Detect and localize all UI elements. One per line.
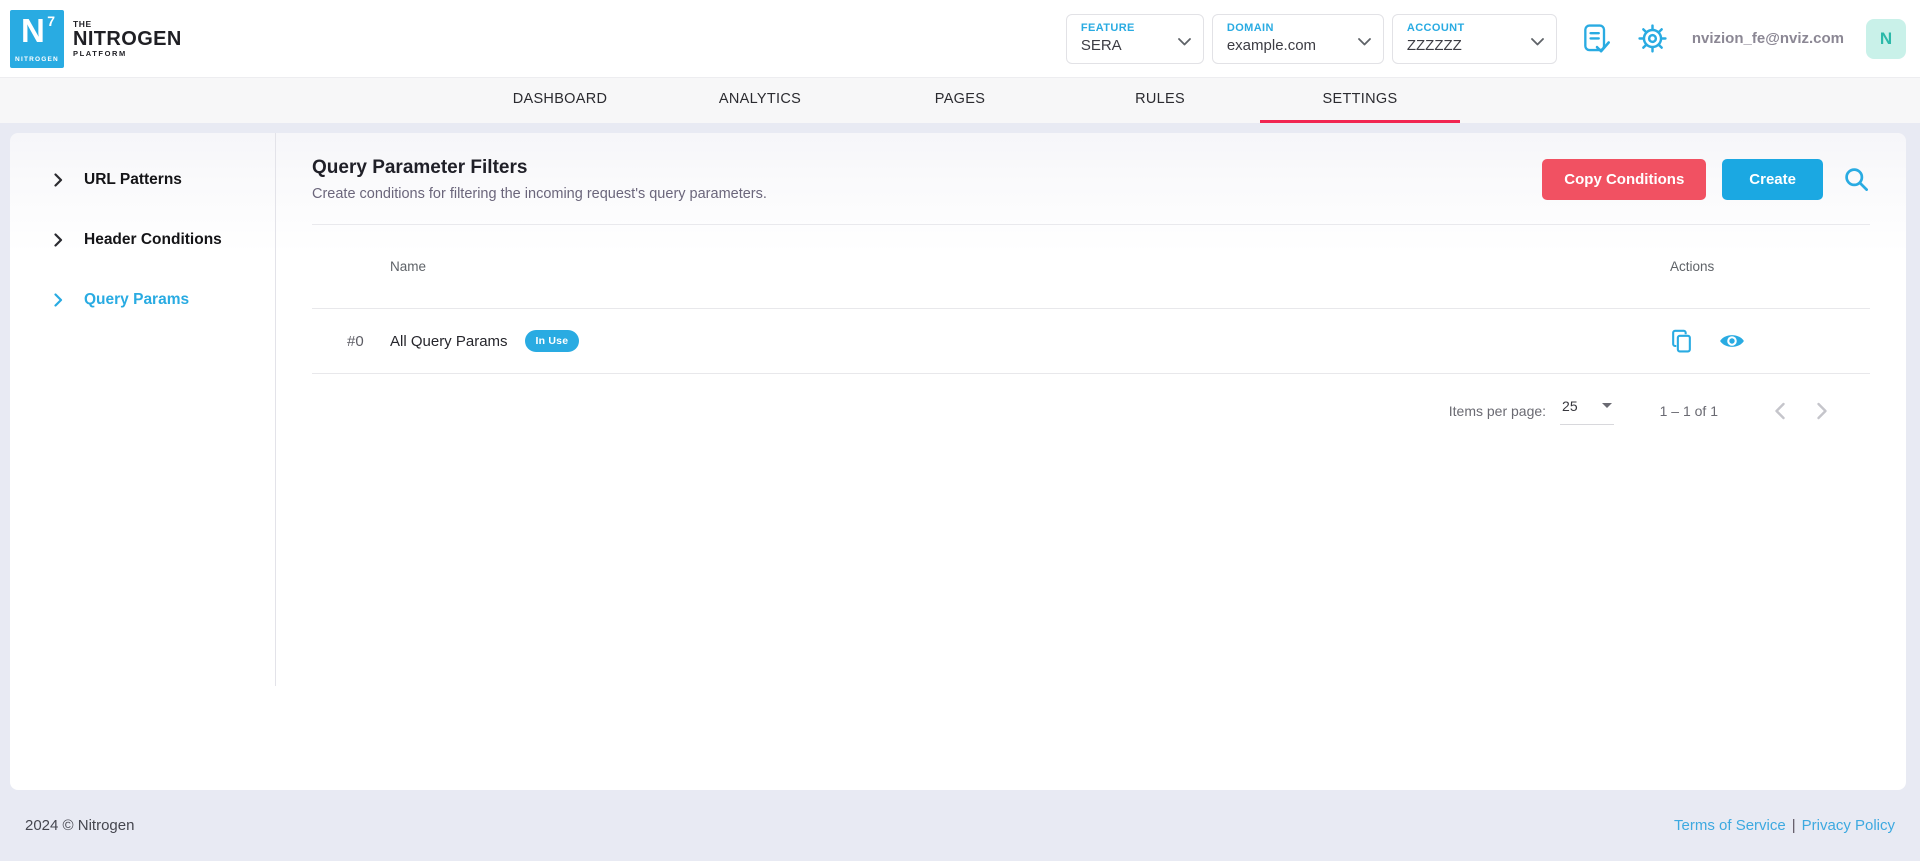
brand-wordmark: THE NITROGEN PLATFORM xyxy=(73,19,182,58)
column-header-actions: Actions xyxy=(1670,259,1715,274)
panel-heading: Query Parameter Filters Create condition… xyxy=(312,157,767,202)
row-name: All Query Params xyxy=(390,332,508,350)
avatar[interactable]: N xyxy=(1866,18,1906,59)
eye-icon xyxy=(1720,335,1744,347)
copy-row-button[interactable] xyxy=(1670,329,1693,354)
chevron-right-icon xyxy=(1817,402,1827,420)
page-subtitle: Create conditions for filtering the inco… xyxy=(312,186,767,202)
domain-select-value: example.com xyxy=(1226,36,1317,54)
account-select-label: ACCOUNT xyxy=(1406,21,1465,34)
page-footer: 2024 © Nitrogen Terms of Service | Privacy… xyxy=(0,790,1920,861)
next-page-button[interactable] xyxy=(1816,402,1828,420)
tab-settings[interactable]: SETTINGS xyxy=(1260,78,1460,123)
chevron-right-icon xyxy=(54,173,63,187)
chevron-down-icon xyxy=(1177,37,1191,45)
tab-pages[interactable]: PAGES xyxy=(860,78,1060,123)
privacy-policy-link[interactable]: Privacy Policy xyxy=(1802,817,1895,834)
toolbar-actions: Copy Conditions Create xyxy=(1542,159,1870,200)
paginator: Items per page: 25 1 – 1 of 1 xyxy=(312,382,1870,440)
copy-icon xyxy=(1672,329,1691,352)
domain-select-label: DOMAIN xyxy=(1226,21,1274,34)
table-header: Name Actions xyxy=(312,225,1870,309)
account-select[interactable]: ACCOUNT ZZZZZZ xyxy=(1391,13,1557,64)
brand-platform: PLATFORM xyxy=(73,48,127,58)
terms-of-service-link[interactable]: Terms of Service xyxy=(1674,817,1786,834)
footer-links: Terms of Service | Privacy Policy xyxy=(1674,817,1895,834)
document-check-icon xyxy=(1584,23,1610,53)
gear-icon xyxy=(1638,24,1667,53)
tab-dashboard[interactable]: DASHBOARD xyxy=(460,78,660,123)
nitrogen-logo[interactable]: N 7 NITROGEN xyxy=(10,9,64,68)
table-row: #0 All Query Params In Use xyxy=(312,309,1870,374)
paginator-nav xyxy=(1774,402,1828,420)
chevron-down-icon xyxy=(1530,37,1544,45)
account-select-value: ZZZZZZ xyxy=(1406,36,1462,54)
page-background: URL Patterns Header Conditions Query Par… xyxy=(0,123,1920,790)
chevron-right-icon xyxy=(54,233,63,247)
chevron-right-icon xyxy=(54,293,63,307)
page-range-label: 1 – 1 of 1 xyxy=(1659,403,1718,419)
view-row-button[interactable] xyxy=(1719,332,1745,350)
row-actions xyxy=(1670,329,1870,354)
row-index: #0 xyxy=(347,332,364,350)
settings-button[interactable] xyxy=(1637,23,1668,54)
tab-analytics[interactable]: ANALYTICS xyxy=(660,78,860,123)
context-selectors: FEATURE SERA DOMAIN example.com ACCOUNT … xyxy=(1065,13,1557,64)
audit-log-button[interactable] xyxy=(1583,23,1611,55)
app-header: N 7 NITROGEN THE NITROGEN PLATFORM FEATU… xyxy=(0,0,1920,78)
nav-tabs: DASHBOARD ANALYTICS PAGES RULES SETTINGS xyxy=(460,78,1460,123)
status-badge: In Use xyxy=(524,330,580,352)
query-params-panel: Query Parameter Filters Create condition… xyxy=(276,133,1906,790)
previous-page-button[interactable] xyxy=(1774,402,1786,420)
items-per-page-value: 25 xyxy=(1562,397,1578,414)
sidebar-item-label: Query Params xyxy=(84,291,190,308)
items-per-page-select[interactable]: 25 xyxy=(1560,398,1614,425)
sidebar-item-url-patterns[interactable]: URL Patterns xyxy=(54,163,276,197)
feature-select-label: FEATURE xyxy=(1080,21,1135,34)
search-icon xyxy=(1845,168,1868,191)
sidebar-item-query-params[interactable]: Query Params xyxy=(54,283,276,317)
link-separator: | xyxy=(1791,817,1796,834)
tab-rules[interactable]: RULES xyxy=(1060,78,1260,123)
feature-select[interactable]: FEATURE SERA xyxy=(1065,13,1204,64)
caret-down-icon xyxy=(1601,403,1612,408)
logo-n: N xyxy=(21,11,45,49)
items-per-page-label: Items per page: xyxy=(1448,403,1547,419)
column-header-name: Name xyxy=(390,259,427,274)
copy-conditions-button[interactable]: Copy Conditions xyxy=(1542,159,1707,200)
panel-toolbar: Query Parameter Filters Create condition… xyxy=(312,157,1870,225)
search-button[interactable] xyxy=(1843,166,1870,193)
logo-cube-word: NITROGEN xyxy=(15,55,59,63)
brand-name: NITROGEN xyxy=(73,27,182,50)
copyright-text: 2024 © Nitrogen xyxy=(25,817,135,834)
logo-superscript-7: 7 xyxy=(47,12,55,29)
chevron-left-icon xyxy=(1775,402,1785,420)
settings-sidebar: URL Patterns Header Conditions Query Par… xyxy=(10,133,276,790)
sidebar-item-header-conditions[interactable]: Header Conditions xyxy=(54,223,276,257)
create-button[interactable]: Create xyxy=(1722,159,1823,200)
feature-select-value: SERA xyxy=(1080,36,1122,54)
sidebar-item-label: Header Conditions xyxy=(84,231,222,248)
nav-tabs-bar: DASHBOARD ANALYTICS PAGES RULES SETTINGS xyxy=(0,78,1920,123)
sidebar-item-label: URL Patterns xyxy=(84,171,182,188)
chevron-down-icon xyxy=(1357,37,1371,45)
domain-select[interactable]: DOMAIN example.com xyxy=(1211,13,1384,64)
settings-card: URL Patterns Header Conditions Query Par… xyxy=(10,133,1906,790)
page-title: Query Parameter Filters xyxy=(312,157,528,178)
user-email: nvizion_fe@nviz.com xyxy=(1691,30,1844,47)
